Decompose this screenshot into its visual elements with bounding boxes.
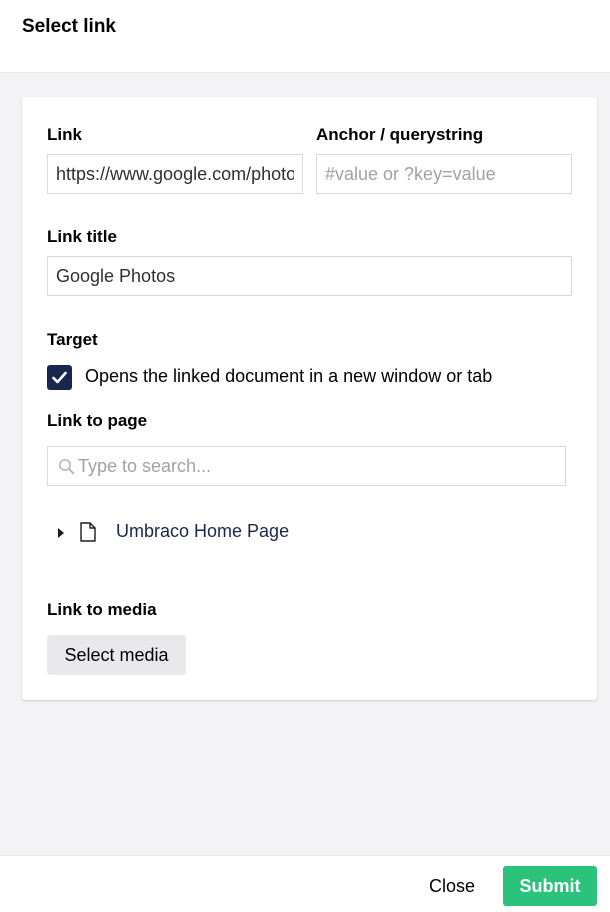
dialog-header: Select link [0,0,610,73]
close-button[interactable]: Close [414,866,490,906]
link-to-media-label: Link to media [47,600,157,619]
link-title-input[interactable] [47,256,572,296]
page-search-box[interactable] [47,446,566,486]
link-form-panel: Link Anchor / querystring Link title Tar… [22,97,597,700]
page-search-input[interactable] [78,447,558,485]
tree-item-label[interactable]: Umbraco Home Page [116,521,289,542]
new-window-checkbox[interactable] [47,365,72,390]
link-input[interactable] [47,154,303,194]
link-label: Link [47,125,82,144]
dialog-title: Select link [22,16,116,37]
link-to-page-label: Link to page [47,411,148,430]
submit-button[interactable]: Submit [503,866,597,906]
anchor-label: Anchor / querystring [316,125,484,144]
anchor-input[interactable] [316,154,572,194]
checkmark-icon [52,371,67,384]
search-icon [59,459,75,475]
link-title-label: Link title [47,227,117,246]
target-label: Target [47,330,98,349]
caret-right-icon[interactable] [57,528,65,538]
tree-item[interactable]: Umbraco Home Page [52,517,452,547]
dialog-footer: Close Submit [0,855,610,912]
new-window-checkbox-label[interactable]: Opens the linked document in a new windo… [85,366,492,387]
document-icon [80,522,96,542]
select-media-button[interactable]: Select media [47,635,186,675]
